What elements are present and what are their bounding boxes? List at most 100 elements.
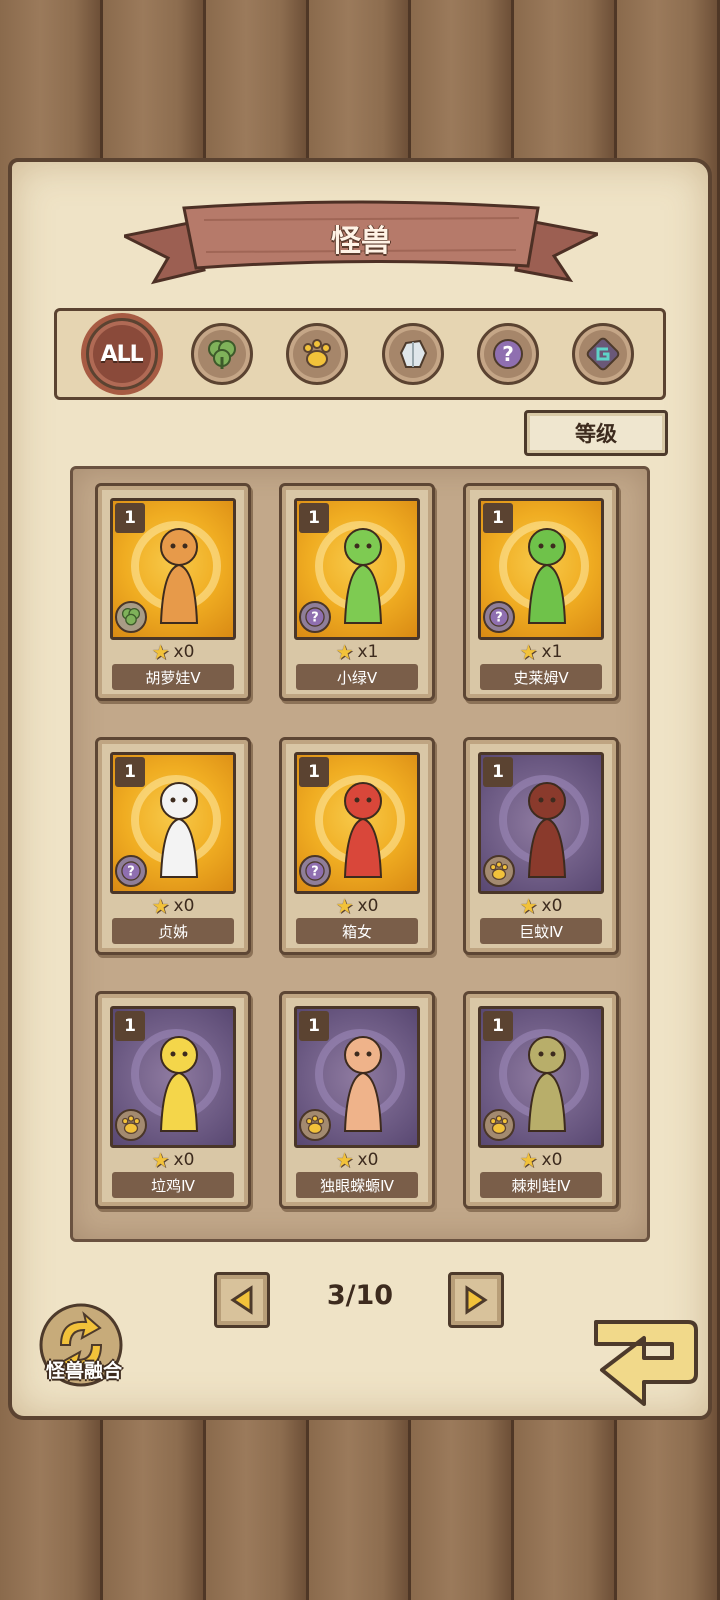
page-title: 怪兽 [331, 224, 391, 259]
leaf-icon [207, 340, 236, 369]
monster-card[interactable]: 1 ★ x0 巨蚊Ⅳ [463, 737, 619, 955]
level-badge: 1 [299, 503, 329, 533]
owned-count-row: ★ x1 [466, 640, 616, 664]
type-badge [299, 1109, 331, 1141]
svg-text:?: ? [311, 865, 319, 880]
star-icon: ★ [335, 640, 354, 664]
owned-count: x0 [173, 1150, 195, 1170]
monster-figure [343, 528, 383, 624]
monster-figure [343, 782, 383, 878]
star-icon: ★ [519, 894, 538, 918]
star-icon: ★ [519, 1148, 538, 1172]
type-badge [115, 1109, 147, 1141]
monster-name: 巨蚊Ⅳ [480, 918, 602, 944]
paw-icon [488, 1114, 510, 1136]
monster-card[interactable]: 1 ★ x0 独眼蝾螈Ⅳ [279, 991, 435, 1209]
monster-fusion-label: 怪兽融合 [45, 1360, 122, 1382]
monster-card[interactable]: 1? ★ x1 史莱姆Ⅴ [463, 483, 619, 701]
level-badge: 1 [115, 1011, 145, 1041]
type-badge: ? [299, 855, 331, 887]
monster-figure [343, 1036, 383, 1132]
sort-by-level-button[interactable]: 等级 [524, 410, 668, 456]
title-banner: 怪兽 [124, 200, 598, 292]
svg-text:?: ? [502, 342, 514, 366]
star-icon: ★ [151, 1148, 170, 1172]
type-badge [483, 855, 515, 887]
monster-name: 小绿Ⅴ [296, 664, 418, 690]
star-icon: ★ [335, 894, 354, 918]
arrow-right-icon [465, 1285, 488, 1315]
monster-portrait: 1 [478, 752, 604, 894]
level-badge: 1 [483, 1011, 513, 1041]
owned-count: x0 [173, 896, 195, 916]
monster-portrait: 1? [294, 752, 420, 894]
category-filter-bar: ALL ? [54, 308, 666, 400]
monster-figure [527, 782, 567, 878]
owned-count-row: ★ x1 [282, 640, 432, 664]
star-icon: ★ [335, 1148, 354, 1172]
monster-name: 胡萝娃Ⅴ [112, 664, 234, 690]
owned-count-row: ★ x0 [466, 1148, 616, 1172]
owned-count: x1 [357, 642, 379, 662]
star-icon: ★ [151, 894, 170, 918]
question-icon: ? [120, 860, 142, 882]
monster-portrait: 1 [110, 1006, 236, 1148]
spiral-icon [586, 337, 620, 371]
arrow-left-icon [230, 1285, 253, 1315]
level-badge: 1 [299, 1011, 329, 1041]
type-badge [115, 601, 147, 633]
type-badge: ? [115, 855, 147, 887]
owned-count: x0 [357, 1150, 379, 1170]
owned-count-row: ★ x0 [466, 894, 616, 918]
svg-text:?: ? [311, 611, 319, 626]
monster-card[interactable]: 1 ★ x0 胡萝娃Ⅴ [95, 483, 251, 701]
filter-mineral-button[interactable] [381, 323, 444, 385]
level-badge: 1 [483, 503, 513, 533]
owned-count-row: ★ x0 [98, 640, 248, 664]
level-badge: 1 [115, 757, 145, 787]
question-icon: ? [492, 339, 523, 369]
question-icon: ? [488, 606, 510, 628]
leaf-icon [120, 606, 142, 628]
monster-name: 箱女 [296, 918, 418, 944]
monster-portrait: 1 [478, 1006, 604, 1148]
back-button[interactable] [588, 1314, 704, 1414]
monster-card-grid: 1 ★ x0 胡萝娃Ⅴ 1? ★ x1 小绿Ⅴ 1? ★ x1 史莱姆Ⅴ 1? ★ x0 贞姊 1? ★ x0 箱女 1… [70, 466, 650, 1242]
next-page-button[interactable] [448, 1272, 504, 1328]
svg-text:?: ? [495, 611, 503, 626]
owned-count-row: ★ x0 [282, 1148, 432, 1172]
filter-special-button[interactable] [572, 323, 635, 385]
monster-name: 史莱姆Ⅴ [480, 664, 602, 690]
monster-card[interactable]: 1? ★ x0 箱女 [279, 737, 435, 955]
crystal-icon [399, 339, 427, 368]
monster-card[interactable]: 1 ★ x0 棘刺蛙Ⅳ [463, 991, 619, 1209]
filter-plant-button[interactable] [190, 323, 253, 385]
filter-beast-button[interactable] [286, 323, 349, 385]
monster-figure [159, 782, 199, 878]
owned-count: x0 [541, 1150, 563, 1170]
monster-portrait: 1? [478, 498, 604, 640]
paw-icon [120, 1114, 142, 1136]
monster-card[interactable]: 1? ★ x1 小绿Ⅴ [279, 483, 435, 701]
level-badge: 1 [115, 503, 145, 533]
paw-icon [304, 1114, 326, 1136]
monster-figure [159, 1036, 199, 1132]
owned-count: x0 [541, 896, 563, 916]
filter-all-button[interactable]: ALL [85, 318, 158, 390]
monster-card[interactable]: 1 ★ x0 垃鸡Ⅳ [95, 991, 251, 1209]
monster-name: 垃鸡Ⅳ [112, 1172, 234, 1198]
monster-portrait: 1 [110, 498, 236, 640]
question-icon: ? [304, 860, 326, 882]
monster-name: 独眼蝾螈Ⅳ [296, 1172, 418, 1198]
level-badge: 1 [299, 757, 329, 787]
page-indicator: 3/10 [326, 1280, 394, 1311]
type-badge: ? [299, 601, 331, 633]
monster-card[interactable]: 1? ★ x0 贞姊 [95, 737, 251, 955]
monster-name: 贞姊 [112, 918, 234, 944]
filter-unknown-button[interactable]: ? [476, 323, 539, 385]
owned-count: x0 [173, 642, 195, 662]
prev-page-button[interactable] [214, 1272, 270, 1328]
question-icon: ? [304, 606, 326, 628]
paw-icon [303, 339, 332, 368]
svg-text:?: ? [127, 865, 135, 880]
